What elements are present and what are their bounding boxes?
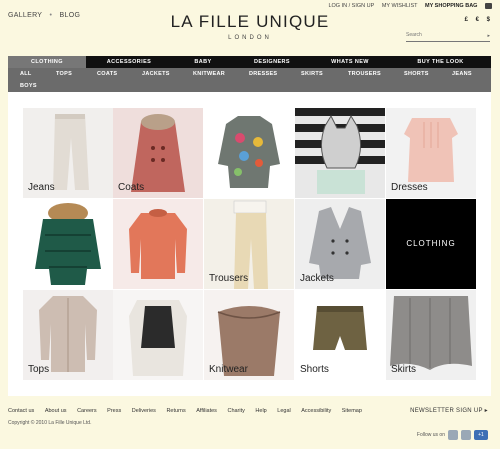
footer-about-link[interactable]: About us [45, 408, 67, 414]
primary-nav: CLOTHING ACCESSORIES BABY DESIGNERS WHAT… [8, 56, 491, 68]
newsletter-signup-link[interactable]: NEWSLETTER SIGN UP ▸ [410, 407, 488, 414]
knit-top-photo [129, 209, 187, 279]
footer-contact-link[interactable]: Contact us [8, 408, 34, 414]
tile-clothing-feature[interactable]: CLOTHING [386, 199, 476, 289]
tile-jackets[interactable]: Jackets [295, 199, 385, 289]
category-grid: Jeans Coats Dresses Trousers Jackets CLO… [8, 92, 491, 396]
cardigan-photo [218, 116, 280, 188]
nav-clothing[interactable]: CLOTHING [8, 56, 86, 68]
tile-shorts[interactable]: Shorts [295, 290, 385, 380]
tile-label: Trousers [209, 273, 249, 284]
search-box: ▸ [406, 32, 490, 42]
tile-label: Tops [28, 364, 50, 375]
footer-deliveries-link[interactable]: Deliveries [132, 408, 156, 414]
currency-selector: £ € $ [459, 17, 490, 23]
tile-coats[interactable]: Coats [113, 108, 203, 198]
currency-usd[interactable]: $ [487, 17, 490, 23]
tile-skirts[interactable]: Skirts [386, 290, 476, 380]
subnav-skirts[interactable]: SKIRTS [301, 71, 323, 77]
google-plus-icon[interactable]: +1 [474, 430, 488, 440]
account-links: LOG IN / SIGN UP MY WISHLIST MY SHOPPING… [322, 3, 492, 9]
nav-designers[interactable]: DESIGNERS [234, 56, 310, 68]
nav-whats-new[interactable]: WHATS NEW [310, 56, 390, 68]
footer-careers-link[interactable]: Careers [77, 408, 97, 414]
tile-knit-top[interactable] [113, 199, 203, 289]
wishlist-link[interactable]: MY WISHLIST [382, 3, 418, 9]
vest-blouse-photo [129, 300, 187, 376]
follow-label: Follow us on [416, 432, 445, 438]
subnav-dresses[interactable]: DRESSES [249, 71, 277, 77]
search-submit-icon[interactable]: ▸ [487, 33, 490, 39]
twitter-icon[interactable] [448, 430, 458, 440]
tile-trousers[interactable]: Trousers [204, 199, 294, 289]
footer-links: Contact us About us Careers Press Delive… [8, 408, 371, 414]
footer-press-link[interactable]: Press [107, 408, 121, 414]
nav-accessories[interactable]: ACCESSORIES [86, 56, 172, 68]
footer-sitemap-link[interactable]: Sitemap [342, 408, 362, 414]
search-input[interactable] [406, 32, 480, 38]
tile-label: Dresses [391, 182, 428, 193]
subnav-coats[interactable]: COATS [97, 71, 117, 77]
footer-charity-link[interactable]: Charity [227, 408, 244, 414]
tile-label: Jeans [28, 182, 55, 193]
secondary-nav: ALL TOPS COATS JACKETS KNITWEAR DRESSES … [8, 68, 491, 92]
copyright: Copyright © 2010 La Fille Unique Ltd. [8, 420, 92, 426]
tile-tops[interactable]: Tops [23, 290, 113, 380]
footer-affiliates-link[interactable]: Affiliates [196, 408, 217, 414]
footer-help-link[interactable]: Help [255, 408, 266, 414]
footer-accessibility-link[interactable]: Accessibility [301, 408, 331, 414]
tile-label: Shorts [300, 364, 329, 375]
tile-label: Jackets [300, 273, 334, 284]
tile-label: Knitwear [209, 364, 248, 375]
subnav-jeans[interactable]: JEANS [452, 71, 472, 77]
logo-name: LA FILLE UNIQUE [170, 12, 330, 31]
currency-eur[interactable]: € [476, 17, 479, 23]
nav-buy-the-look[interactable]: BUY THE LOOK [390, 56, 491, 68]
subnav-shorts[interactable]: SHORTS [404, 71, 429, 77]
clothing-feature-label: CLOTHING [406, 239, 456, 248]
tile-knitwear[interactable]: Knitwear [204, 290, 294, 380]
subnav-all[interactable]: ALL [20, 71, 32, 77]
footer-legal-link[interactable]: Legal [277, 408, 290, 414]
currency-gbp[interactable]: £ [465, 17, 468, 23]
subnav-tops[interactable]: TOPS [56, 71, 72, 77]
subnav-jackets[interactable]: JACKETS [142, 71, 170, 77]
subnav-knitwear[interactable]: KNITWEAR [193, 71, 225, 77]
tile-cat-top[interactable] [295, 108, 385, 198]
subnav-trousers[interactable]: TROUSERS [348, 71, 381, 77]
shopping-bag-icon[interactable] [485, 3, 492, 9]
login-link[interactable]: LOG IN / SIGN UP [328, 3, 374, 9]
follow-us: Follow us on +1 [417, 430, 488, 440]
tile-vest-blouse[interactable] [113, 290, 203, 380]
tile-dresses[interactable]: Dresses [386, 108, 476, 198]
tile-label: Coats [118, 182, 145, 193]
tile-cardigan[interactable] [204, 108, 294, 198]
tile-jeans[interactable]: Jeans [23, 108, 113, 198]
nav-baby[interactable]: BABY [172, 56, 234, 68]
footer-returns-link[interactable]: Returns [166, 408, 185, 414]
shopping-bag-link[interactable]: MY SHOPPING BAG [425, 3, 477, 9]
tile-label: Skirts [391, 364, 416, 375]
subnav-boys[interactable]: BOYS [20, 83, 37, 89]
facebook-icon[interactable] [461, 430, 471, 440]
tile-puffer-jacket[interactable] [23, 199, 113, 289]
cat-print-photo [295, 108, 385, 194]
puffer-jacket-photo [35, 203, 101, 285]
